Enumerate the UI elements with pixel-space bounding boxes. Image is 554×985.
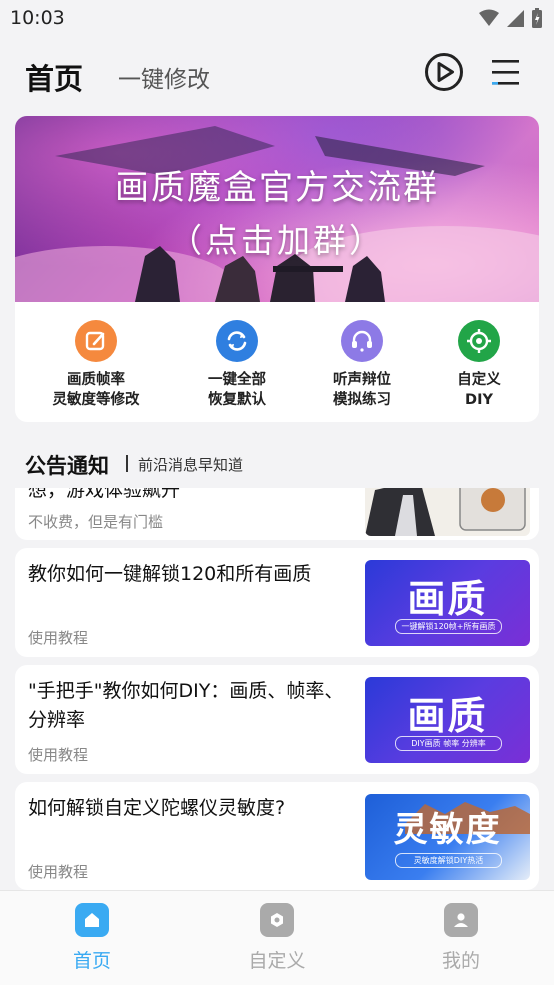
thumbnail-caption: 灵敏度解锁DIY热活: [395, 853, 502, 868]
item-thumbnail: 画质 一键解锁120帧+所有画质: [365, 560, 530, 646]
item-thumbnail: [365, 488, 530, 536]
quick-action-label-1: 听声辩位: [333, 372, 391, 388]
item-title: 想，游戏体验飙升: [28, 488, 181, 501]
quick-action-label-2: 灵敏度等修改: [52, 392, 140, 408]
quick-action-label-2: DIY: [465, 392, 493, 408]
status-bar: 10:03: [0, 0, 554, 38]
cell-signal-icon: [507, 10, 524, 27]
banner-title: 画质魔盒官方交流群: [115, 168, 439, 208]
list-item[interactable]: 教你如何一键解锁120和所有画质 使用教程 画质 一键解锁120帧+所有画质: [15, 548, 539, 657]
item-tag: 不收费，但是有门槛: [28, 513, 164, 531]
nav-mine-label: 我的: [441, 950, 480, 972]
quick-action-label-1: 一键全部: [208, 372, 266, 388]
thumbnail-caption: 一键解锁120帧+所有画质: [395, 619, 502, 634]
list-item[interactable]: 想，游戏体验飙升 不收费，但是有门槛: [15, 488, 539, 540]
quick-action-reset-default[interactable]: 一键全部 恢复默认: [172, 320, 302, 410]
quick-action-label-2: 模拟练习: [333, 392, 391, 408]
item-title: 教你如何一键解锁120和所有画质: [28, 563, 312, 585]
thumbnail-title: 画质: [407, 694, 488, 738]
hexagon-icon: [260, 903, 294, 937]
tab-home[interactable]: 首页: [25, 56, 83, 98]
headphones-icon: [341, 320, 383, 362]
notice-feed[interactable]: 想，游戏体验飙升 不收费，但是有门槛 教你如何一键解锁120和所有画质 使用教程…: [0, 488, 554, 890]
list-item[interactable]: "手把手"教你如何DIY：画质、帧率、分辨率 使用教程 画质 DIY画质 帧率 …: [15, 665, 539, 774]
edit-icon: [75, 320, 117, 362]
thumbnail-title: 灵敏度: [393, 810, 502, 850]
banner-artwork-icon: [15, 126, 539, 302]
quick-action-quality-fps[interactable]: 画质帧率灵敏度等修改: [31, 320, 161, 410]
crosshair-icon: [458, 320, 500, 362]
item-tag: 使用教程: [28, 863, 89, 881]
thumbnail-caption: DIY画质 帧率 分辨率: [395, 736, 502, 751]
quick-action-label-1: 自定义: [457, 372, 501, 388]
status-time: 10:03: [10, 7, 65, 29]
item-title: "手把手"教你如何DIY：画质、帧率、分辨率: [28, 680, 344, 731]
refresh-icon: [216, 320, 258, 362]
status-icons: [479, 8, 542, 28]
quick-action-custom-diy[interactable]: 自定义 DIY: [414, 320, 539, 410]
group-banner[interactable]: 画质魔盒官方交流群 （点击加群）: [15, 116, 539, 302]
item-tag: 使用教程: [28, 629, 89, 647]
item-tag: 使用教程: [28, 746, 89, 764]
menu-icon: [492, 60, 519, 85]
play-circle-icon: [425, 53, 463, 91]
nav-home-label: 首页: [72, 950, 111, 972]
nav-home[interactable]: 首页: [32, 903, 152, 973]
notice-header: 公告通知 前沿消息早知道: [25, 450, 525, 480]
wifi-icon: [479, 9, 499, 26]
play-button[interactable]: [424, 52, 464, 92]
tab-oneclick-modify[interactable]: 一键修改: [118, 60, 210, 94]
menu-button[interactable]: [490, 56, 522, 88]
list-item[interactable]: 如何解锁自定义陀螺仪灵敏度? 使用教程 灵敏度 灵敏度解锁DIY热活: [15, 782, 539, 890]
nav-custom[interactable]: 自定义: [217, 903, 337, 973]
home-icon: [75, 903, 109, 937]
quick-action-label-1: 画质帧率: [67, 372, 125, 388]
notice-divider: [126, 455, 128, 472]
nav-mine[interactable]: 我的: [401, 903, 521, 973]
thumbnail-title: 画质: [407, 577, 488, 621]
quick-action-label-2: 恢复默认: [208, 392, 266, 408]
item-thumbnail: 灵敏度 灵敏度解锁DIY热活: [365, 794, 530, 880]
top-card: 画质魔盒官方交流群 （点击加群） 画质帧率灵敏度等修改 一键全部恢复默认 听声辩…: [15, 116, 539, 422]
battery-icon: [532, 8, 542, 28]
banner-subtitle: （点击加群）: [169, 221, 385, 260]
profile-icon: [444, 903, 478, 937]
quick-action-sound-practice[interactable]: 听声辩位 模拟练习: [297, 320, 427, 410]
character-thumbnail-icon: [365, 488, 526, 536]
bottom-nav: 首页 自定义 我的: [0, 890, 554, 985]
item-title: 如何解锁自定义陀螺仪灵敏度?: [28, 797, 286, 819]
notice-subtitle: 前沿消息早知道: [138, 456, 244, 474]
notice-title: 公告通知: [25, 454, 109, 478]
header: 首页 一键修改: [0, 38, 554, 110]
item-thumbnail: 画质 DIY画质 帧率 分辨率: [365, 677, 530, 763]
nav-custom-label: 自定义: [248, 950, 306, 972]
